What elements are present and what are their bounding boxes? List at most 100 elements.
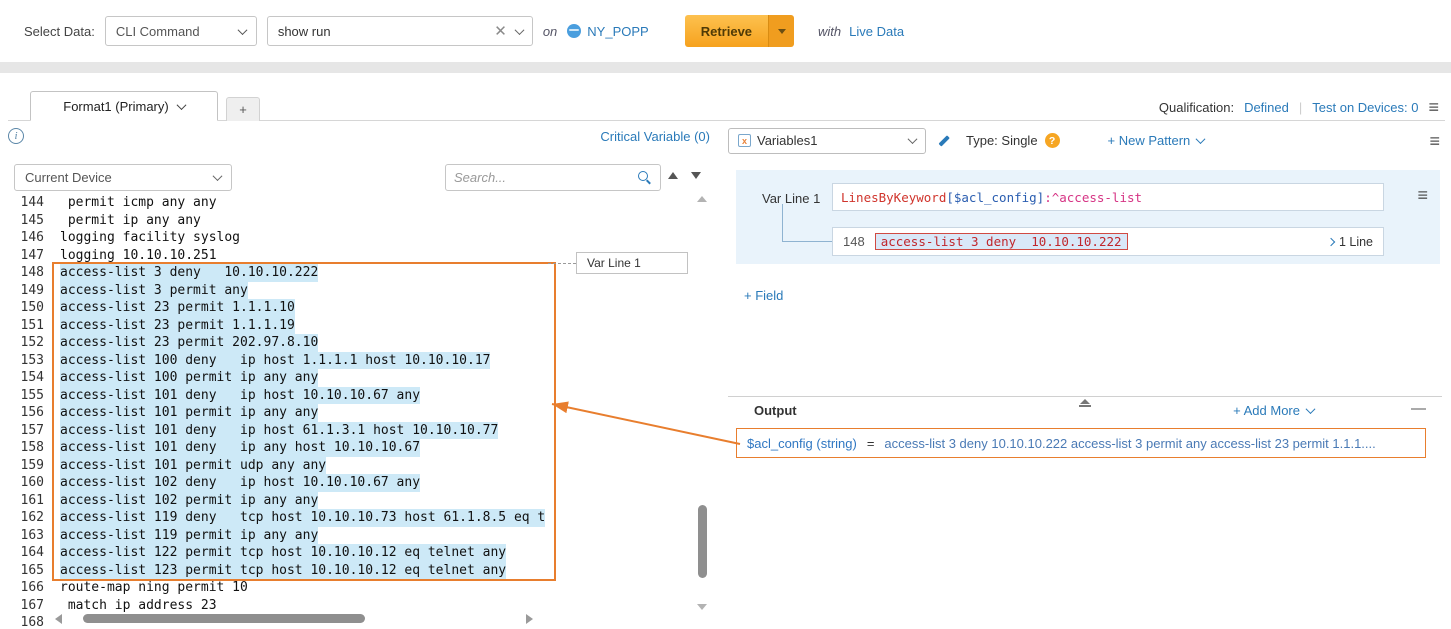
line-text: logging 10.10.10.251 — [60, 247, 217, 265]
match-count[interactable]: 1 Line — [1328, 235, 1373, 249]
help-icon[interactable]: ? — [1045, 133, 1060, 148]
menu-icon[interactable]: ≡ — [1429, 132, 1440, 150]
code-line[interactable]: 159access-list 101 permit udp any any — [8, 457, 696, 475]
add-more-label: + Add More — [1233, 403, 1300, 418]
var-line-tag[interactable]: Var Line 1 — [576, 252, 688, 274]
scroll-right-arrow[interactable] — [526, 614, 533, 624]
divider: | — [1299, 100, 1302, 115]
command-combo[interactable]: ✕ — [267, 16, 533, 46]
code-line[interactable]: 163 access-list 119 permit ip any any — [8, 527, 696, 545]
code-line[interactable]: 161access-list 102 permit ip any any — [8, 492, 696, 510]
critical-variable-link[interactable]: Critical Variable (0) — [600, 129, 710, 144]
clear-icon[interactable]: ✕ — [490, 22, 511, 40]
match-result-row[interactable]: 148 access-list 3 deny 10.10.10.222 1 Li… — [832, 227, 1384, 256]
chevron-down-icon[interactable] — [511, 28, 532, 35]
line-number: 163 — [8, 527, 44, 545]
code-line[interactable]: 158access-list 101 deny ip any host 10.1… — [8, 439, 696, 457]
edit-pencil-icon[interactable] — [936, 133, 952, 148]
line-number: 162 — [8, 509, 44, 527]
line-number: 148 — [8, 264, 44, 282]
horizontal-scrollbar-thumb[interactable] — [83, 614, 365, 623]
code-line[interactable]: 167 match ip address 23 — [8, 597, 696, 615]
match-text: access-list 3 deny 10.10.10.222 — [875, 233, 1128, 250]
code-line[interactable]: 144 permit icmp any any — [8, 194, 696, 212]
vertical-scrollbar-thumb[interactable] — [698, 505, 707, 578]
add-more-button[interactable]: + Add More — [1233, 403, 1314, 418]
chevron-right-icon — [1327, 237, 1335, 245]
code-line[interactable]: 165access-list 123 permit tcp host 10.10… — [8, 562, 696, 580]
line-text: permit icmp any any — [60, 194, 217, 212]
find-previous-button[interactable] — [668, 172, 678, 179]
retrieve-button[interactable]: Retrieve — [685, 15, 768, 47]
find-next-button[interactable] — [691, 172, 701, 179]
line-text: access-list 119 permit ip any any — [60, 527, 318, 545]
code-line[interactable]: 153 access-list 100 deny ip host 1.1.1.1 … — [8, 352, 696, 370]
device-link[interactable]: NY_POPP — [567, 24, 648, 39]
code-line[interactable]: 157access-list 101 deny ip host 61.1.3.1… — [8, 422, 696, 440]
search-icon[interactable] — [638, 171, 652, 185]
tab-label: Format1 (Primary) — [63, 99, 168, 114]
code-line[interactable]: 145 permit ip any any — [8, 212, 696, 230]
line-number: 159 — [8, 457, 44, 475]
code-line[interactable]: 162access-list 119 deny tcp host 10.10.1… — [8, 509, 696, 527]
horizontal-scrollbar[interactable] — [55, 613, 533, 625]
code-line[interactable]: 156 access-list 101 permit ip any any — [8, 404, 696, 422]
tab-strip-divider — [8, 120, 1445, 121]
search-box[interactable] — [445, 164, 661, 191]
right-panel-header: x Variables1 Type: Single ? + New Patter… — [728, 127, 1440, 154]
command-input[interactable] — [268, 24, 490, 39]
scroll-down-arrow[interactable] — [697, 604, 707, 610]
line-number: 153 — [8, 352, 44, 370]
line-text: access-list 101 deny ip any host 10.10.1… — [60, 439, 420, 457]
qualification-defined-link[interactable]: Defined — [1244, 100, 1289, 115]
pattern-expression-input[interactable]: LinesByKeyword [$acl_config] :^access-li… — [832, 183, 1384, 211]
code-line[interactable]: 152access-list 23 permit 202.97.8.10 — [8, 334, 696, 352]
data-type-dropdown[interactable]: CLI Command — [105, 16, 257, 46]
menu-icon[interactable]: ≡ — [1428, 98, 1439, 116]
add-field-link[interactable]: + Field — [744, 288, 783, 303]
code-line[interactable]: 150access-list 23 permit 1.1.1.10 — [8, 299, 696, 317]
code-line[interactable]: 151access-list 23 permit 1.1.1.19 — [8, 317, 696, 335]
output-title: Output — [754, 403, 797, 418]
new-pattern-label: + New Pattern — [1108, 133, 1191, 148]
code-line[interactable]: 146logging facility syslog — [8, 229, 696, 247]
match-line-number: 148 — [843, 234, 865, 249]
line-text: access-list 23 permit 202.97.8.10 — [60, 334, 318, 352]
code-line[interactable]: 149access-list 3 permit any — [8, 282, 696, 300]
variables-dropdown[interactable]: x Variables1 — [728, 128, 926, 154]
line-number: 145 — [8, 212, 44, 230]
collapse-panel-icon[interactable] — [1079, 399, 1091, 407]
device-scope-dropdown[interactable]: Current Device — [14, 164, 232, 191]
line-number: 156 — [8, 404, 44, 422]
search-input[interactable] — [446, 170, 638, 185]
line-text: access-list 23 permit 1.1.1.19 — [60, 317, 295, 335]
minimize-button[interactable]: — — [1411, 400, 1426, 417]
line-number: 165 — [8, 562, 44, 580]
line-text: access-list 100 deny ip host 1.1.1.1 hos… — [60, 352, 490, 370]
info-icon[interactable]: i — [8, 128, 24, 144]
vertical-scrollbar[interactable] — [697, 196, 708, 610]
add-tab-button[interactable]: + — [226, 97, 260, 121]
retrieve-dropdown-button[interactable] — [768, 15, 794, 47]
code-line[interactable]: 160access-list 102 deny ip host 10.10.10… — [8, 474, 696, 492]
test-on-devices-link[interactable]: Test on Devices: 0 — [1312, 100, 1418, 115]
left-panel-header: i Critical Variable (0) — [8, 128, 710, 144]
line-text: permit ip any any — [60, 212, 201, 230]
code-line[interactable]: 166route-map ning permit 10 — [8, 579, 696, 597]
line-text: access-list 101 permit ip any any — [60, 404, 318, 422]
tab-format1-primary[interactable]: Format1 (Primary) — [30, 91, 218, 121]
code-line[interactable]: 155access-list 101 deny ip host 10.10.10… — [8, 387, 696, 405]
new-pattern-button[interactable]: + New Pattern — [1108, 133, 1205, 148]
code-line[interactable]: 164access-list 122 permit tcp host 10.10… — [8, 544, 696, 562]
data-type-value: CLI Command — [116, 24, 200, 39]
scroll-up-arrow[interactable] — [697, 196, 707, 202]
line-text: logging facility syslog — [60, 229, 240, 247]
menu-icon[interactable]: ≡ — [1417, 186, 1428, 204]
line-text: route-map ning permit 10 — [60, 579, 248, 597]
varline-connector — [548, 263, 576, 264]
scroll-left-arrow[interactable] — [55, 614, 62, 624]
code-line[interactable]: 154access-list 100 permit ip any any — [8, 369, 696, 387]
line-number: 147 — [8, 247, 44, 265]
output-variable-row[interactable]: $acl_config (string) = access-list 3 den… — [736, 428, 1426, 458]
live-data-link[interactable]: Live Data — [849, 24, 904, 39]
